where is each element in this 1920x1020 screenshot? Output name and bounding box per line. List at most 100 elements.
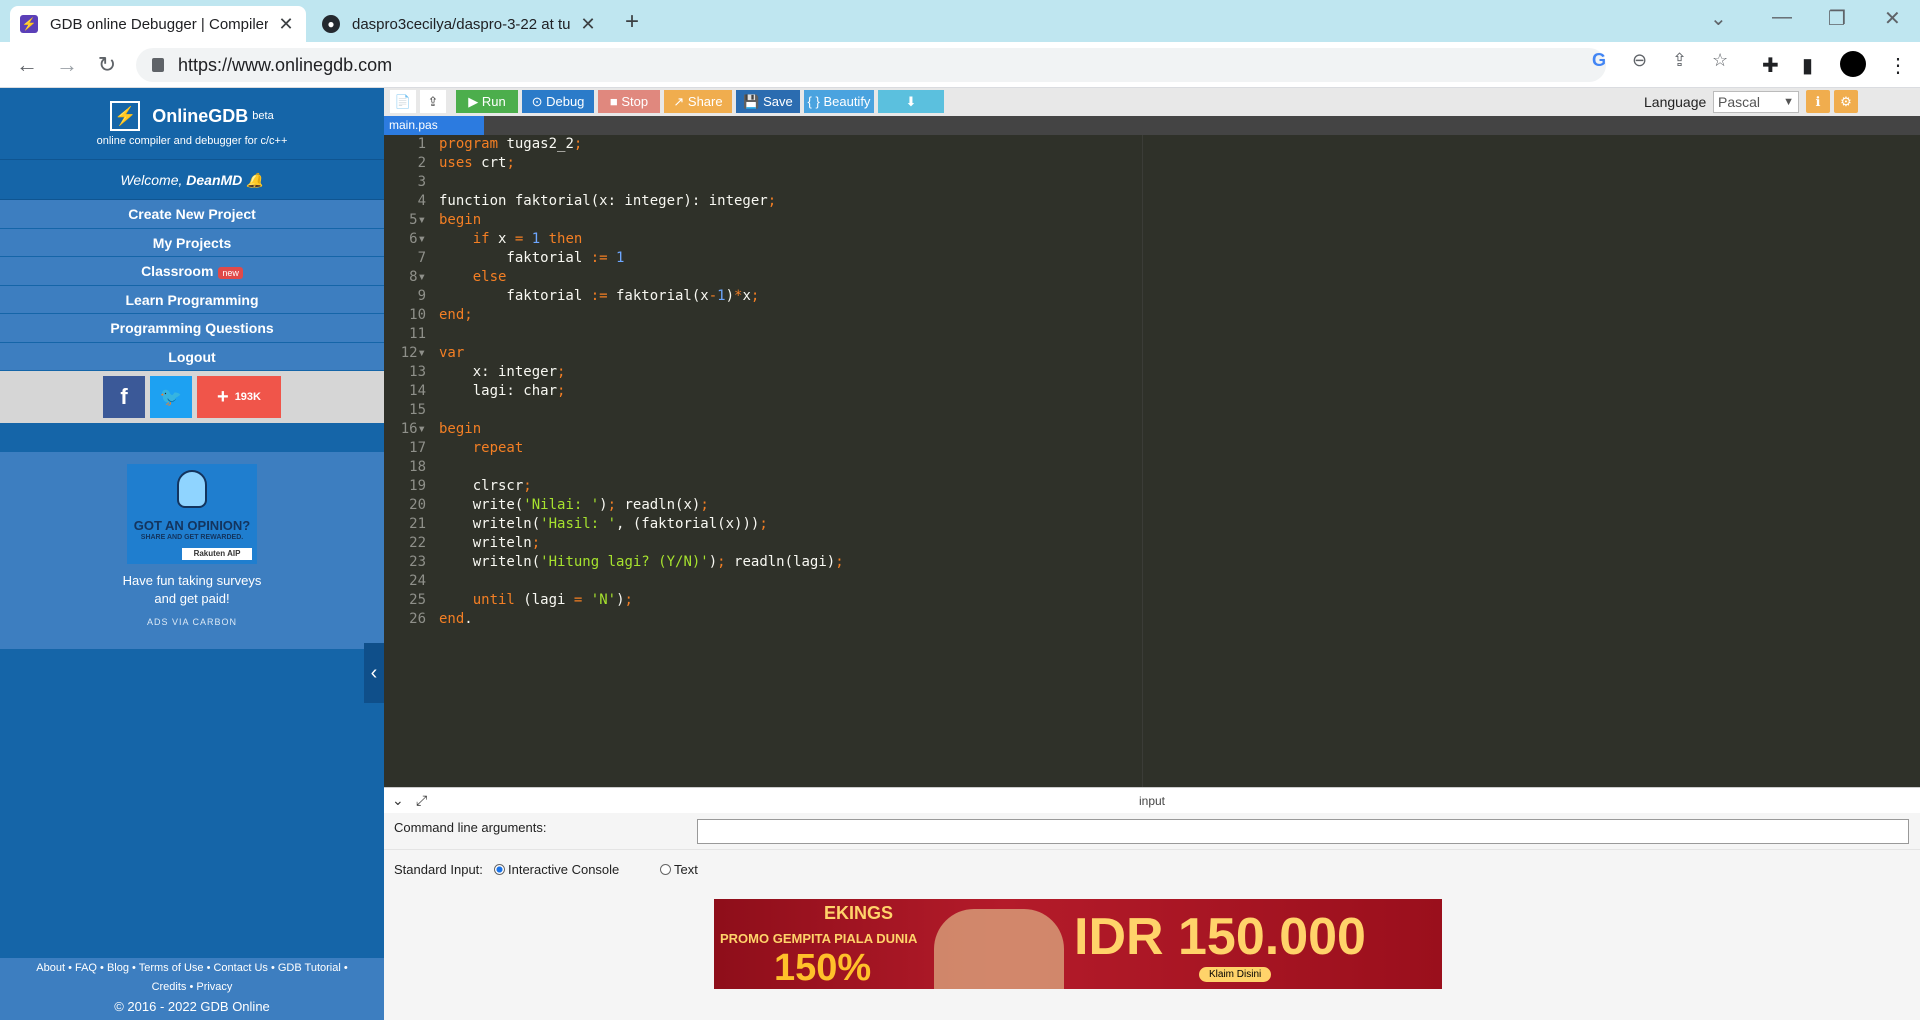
close-window-icon[interactable]: ✕ [1884, 6, 1901, 31]
new-tab-icon[interactable]: + [625, 8, 639, 36]
code-line[interactable]: faktorial := faktorial(x-1)*x; [439, 287, 844, 306]
code-token: else [472, 269, 507, 285]
forward-icon[interactable]: → [54, 52, 80, 78]
facebook-icon[interactable]: f [103, 376, 145, 418]
extensions-icon[interactable]: ✚ [1762, 53, 1779, 78]
line-number: 1 [417, 136, 426, 152]
sidepanel-icon[interactable]: ▮ [1802, 53, 1813, 78]
code-line[interactable]: writeln('Hitung lagi? (Y/N)'); readln(la… [439, 553, 844, 572]
brand-name[interactable]: OnlineGDB [152, 106, 248, 127]
interactive-console-radio[interactable] [494, 864, 505, 875]
share-button[interactable]: ↗ Share [664, 90, 732, 113]
language-select[interactable]: Pascal ▼ [1713, 91, 1799, 113]
code-line[interactable]: end; [439, 306, 844, 325]
run-button[interactable]: ▶ Run [456, 90, 518, 113]
banner-cta[interactable]: Klaim Disini [1199, 967, 1272, 982]
file-tab-main-pas[interactable]: main.pas [384, 116, 484, 135]
download-icon: ⬇ [905, 93, 917, 109]
code-line[interactable] [439, 458, 844, 477]
code-line[interactable] [439, 572, 844, 591]
carbon-ad[interactable]: GOT AN OPINION? SHARE AND GET REWARDED. … [0, 452, 384, 649]
ad-text-2[interactable]: and get paid! [154, 591, 229, 606]
text-option[interactable]: Text [660, 862, 698, 877]
code-line[interactable]: begin [439, 420, 844, 439]
code-line[interactable]: begin [439, 211, 844, 230]
ad-text-1[interactable]: Have fun taking surveys [123, 573, 262, 588]
code-line[interactable]: end. [439, 610, 844, 629]
save-button[interactable]: 💾 Save [736, 90, 800, 113]
google-icon[interactable]: G [1592, 50, 1606, 71]
browser-tab-gdb[interactable]: ⚡ GDB online Debugger | Compiler ✕ [10, 6, 306, 42]
code-line[interactable] [439, 325, 844, 344]
profile-icon[interactable] [1840, 51, 1866, 77]
menu-icon[interactable]: ⋮ [1888, 53, 1908, 78]
debug-button[interactable]: ⊙ Debug [522, 90, 594, 113]
code-token: ; [750, 288, 760, 304]
username[interactable]: DeanMD [186, 172, 242, 188]
zoom-icon[interactable]: ⊖ [1632, 50, 1647, 71]
minimize-icon[interactable]: — [1772, 6, 1792, 29]
code-line[interactable]: program tugas2_2; [439, 135, 844, 154]
footer-links[interactable]: About • FAQ • Blog • Terms of Use • Cont… [0, 958, 384, 978]
line-number: 3 [417, 174, 426, 190]
info-icon[interactable]: ℹ [1806, 90, 1830, 113]
menu-my-projects[interactable]: My Projects [0, 228, 384, 257]
ads-via-carbon[interactable]: ADS VIA CARBON [0, 617, 384, 627]
menu-learn-programming[interactable]: Learn Programming [0, 285, 384, 314]
interactive-console-option[interactable]: Interactive Console [494, 862, 619, 877]
browser-tab-github[interactable]: ● daspro3cecilya/daspro-3-22 at tu ✕ [312, 6, 608, 42]
upload-icon[interactable]: ⇪ [420, 90, 446, 113]
code-line[interactable]: uses crt; [439, 154, 844, 173]
code-line[interactable] [439, 401, 844, 420]
share-count-button[interactable]: +193K [197, 376, 281, 418]
code-line[interactable]: faktorial := 1 [439, 249, 844, 268]
download-button[interactable]: ⬇ [878, 90, 944, 113]
code-line[interactable]: writeln('Hasil: ', (faktorial(x))); [439, 515, 844, 534]
collapse-sidebar-button[interactable]: ‹ [364, 643, 384, 703]
address-bar[interactable]: https://www.onlinegdb.com [136, 48, 1606, 82]
footer-links-2[interactable]: Credits • Privacy [0, 978, 384, 996]
code-line[interactable]: if x = 1 then [439, 230, 844, 249]
menu-classroom[interactable]: Classroom new [0, 257, 384, 286]
code-line[interactable]: else [439, 268, 844, 287]
gear-icon[interactable]: ⚙ [1834, 90, 1858, 113]
code-lines[interactable]: program tugas2_2; uses crt; function fakt… [439, 135, 844, 629]
code-token: 1 [616, 250, 625, 266]
ad-image[interactable]: GOT AN OPINION? SHARE AND GET REWARDED. … [127, 464, 257, 564]
code-token: repeat [472, 440, 524, 456]
close-tab-icon[interactable]: ✕ [578, 14, 598, 35]
tab-search-icon[interactable]: ⌄ [1710, 6, 1727, 31]
code-line[interactable]: lagi: char; [439, 382, 844, 401]
back-icon[interactable]: ← [14, 52, 40, 78]
code-line[interactable]: x: integer; [439, 363, 844, 382]
twitter-icon[interactable]: 🐦 [150, 376, 192, 418]
new-file-icon[interactable]: 📄 [390, 90, 416, 113]
text-radio[interactable] [660, 864, 671, 875]
menu-programming-questions[interactable]: Programming Questions [0, 314, 384, 343]
menu-create-new-project[interactable]: Create New Project [0, 200, 384, 229]
menu-logout[interactable]: Logout [0, 342, 384, 371]
beautify-button[interactable]: { } Beautify [804, 90, 874, 113]
restore-icon[interactable]: ❐ [1828, 6, 1846, 31]
command-line-args-input[interactable] [697, 819, 1909, 844]
bell-icon[interactable]: 🔔 [246, 172, 263, 188]
code-line[interactable]: write('Nilai: '); readln(x); [439, 496, 844, 515]
code-line[interactable]: function faktorial(x: integer): integer; [439, 192, 844, 211]
ad-banner[interactable]: EKINGS PROMO GEMPITA PIALA DUNIA 150% ID… [714, 899, 1442, 989]
onlinegdb-logo-icon[interactable]: ⚡ [110, 101, 141, 131]
code-line[interactable]: clrscr; [439, 477, 844, 496]
stop-button[interactable]: ■ Stop [598, 90, 660, 113]
share-icon[interactable]: ⇪ [1672, 50, 1687, 71]
code-line[interactable] [439, 173, 844, 192]
code-line[interactable]: writeln; [439, 534, 844, 553]
reload-icon[interactable]: ↻ [94, 52, 120, 78]
code-line[interactable]: until (lagi = 'N'); [439, 591, 844, 610]
close-tab-icon[interactable]: ✕ [276, 14, 296, 35]
share-label: Share [687, 94, 723, 109]
code-line[interactable]: repeat [439, 439, 844, 458]
lock-icon[interactable] [152, 58, 164, 72]
code-editor[interactable]: 1 2 3 4 5▾ 6▾ 7 8▾ 9 10 11 12▾ 13 14 15 16▾ 1… [384, 135, 1920, 787]
code-line[interactable]: var [439, 344, 844, 363]
star-icon[interactable]: ☆ [1712, 50, 1728, 71]
